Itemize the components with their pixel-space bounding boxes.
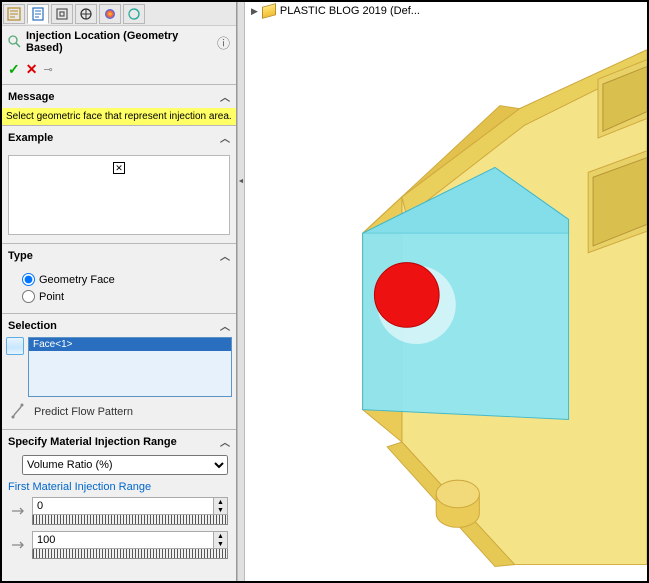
plastics-tab[interactable]	[123, 4, 145, 24]
example-preview: ✕	[8, 155, 230, 235]
cancel-button[interactable]: ✕	[26, 61, 38, 78]
geometry-face-radio[interactable]: Geometry Face	[8, 271, 230, 288]
message-section: Message ︿ Select geometric face that rep…	[2, 84, 236, 125]
message-text: Select geometric face that represent inj…	[2, 108, 236, 125]
property-manager-panel: Injection Location (Geometry Based) ⓘ ✓ …	[2, 2, 237, 581]
splitter-handle[interactable]	[237, 2, 245, 581]
pin-button[interactable]: ⊸	[43, 63, 52, 76]
ok-button[interactable]: ✓	[8, 61, 20, 78]
point-radio[interactable]: Point	[8, 288, 230, 305]
list-item[interactable]: Face<1>	[29, 338, 231, 351]
spin-down-button[interactable]: ▼	[213, 540, 227, 548]
chevron-up-icon: ︿	[220, 89, 230, 104]
face-selection-icon	[6, 337, 24, 355]
dimxpert-tab[interactable]	[75, 4, 97, 24]
chevron-up-icon: ︿	[220, 434, 230, 449]
chevron-up-icon: ︿	[220, 318, 230, 333]
chevron-up-icon: ︿	[220, 130, 230, 145]
feature-manager-tab[interactable]	[3, 4, 25, 24]
range-end-row: ▲ ▼	[2, 529, 236, 561]
spin-up-button[interactable]: ▲	[213, 498, 227, 506]
range-start-row: ▲ ▼	[2, 495, 236, 527]
range-section: Specify Material Injection Range ︿ Volum…	[2, 429, 236, 563]
range-end-icon	[10, 537, 26, 553]
property-manager-tab[interactable]	[27, 4, 49, 24]
display-manager-tab[interactable]	[99, 4, 121, 24]
range-end-slider[interactable]	[32, 549, 228, 559]
first-range-label: First Material Injection Range	[2, 479, 236, 495]
type-header[interactable]: Type ︿	[2, 244, 236, 267]
selection-header[interactable]: Selection ︿	[2, 314, 236, 337]
range-start-input[interactable]	[33, 500, 213, 512]
type-section: Type ︿ Geometry Face Point	[2, 243, 236, 313]
help-icon[interactable]: ⓘ	[217, 33, 230, 52]
range-header[interactable]: Specify Material Injection Range ︿	[2, 430, 236, 453]
selection-section: Selection ︿ Face<1> Predict Flow Pattern	[2, 313, 236, 429]
predict-flow-icon	[10, 403, 28, 421]
range-end-input[interactable]	[33, 534, 213, 546]
3d-viewport[interactable]: ▶ PLASTIC BLOG 2019 (Def...	[245, 2, 647, 581]
configuration-manager-tab[interactable]	[51, 4, 73, 24]
selection-listbox[interactable]: Face<1>	[28, 337, 232, 397]
example-glyph-icon: ✕	[113, 162, 125, 174]
example-header[interactable]: Example ︿	[2, 126, 236, 149]
example-section: Example ︿ ✕	[2, 125, 236, 243]
spin-up-button[interactable]: ▲	[213, 532, 227, 540]
predict-flow-button[interactable]: Predict Flow Pattern	[2, 397, 236, 429]
injection-location-icon	[8, 35, 22, 49]
range-mode-dropdown[interactable]: Volume Ratio (%)	[22, 455, 228, 475]
spin-down-button[interactable]: ▼	[213, 506, 227, 514]
chevron-up-icon: ︿	[220, 248, 230, 263]
message-header[interactable]: Message ︿	[2, 85, 236, 108]
panel-title: Injection Location (Geometry Based)	[26, 30, 213, 54]
range-start-slider[interactable]	[32, 515, 228, 525]
panel-title-row: Injection Location (Geometry Based) ⓘ	[2, 26, 236, 58]
model-geometry	[245, 2, 647, 581]
range-start-icon	[10, 503, 26, 519]
action-row: ✓ ✕ ⊸	[2, 58, 236, 84]
panel-tab-row	[2, 2, 236, 26]
